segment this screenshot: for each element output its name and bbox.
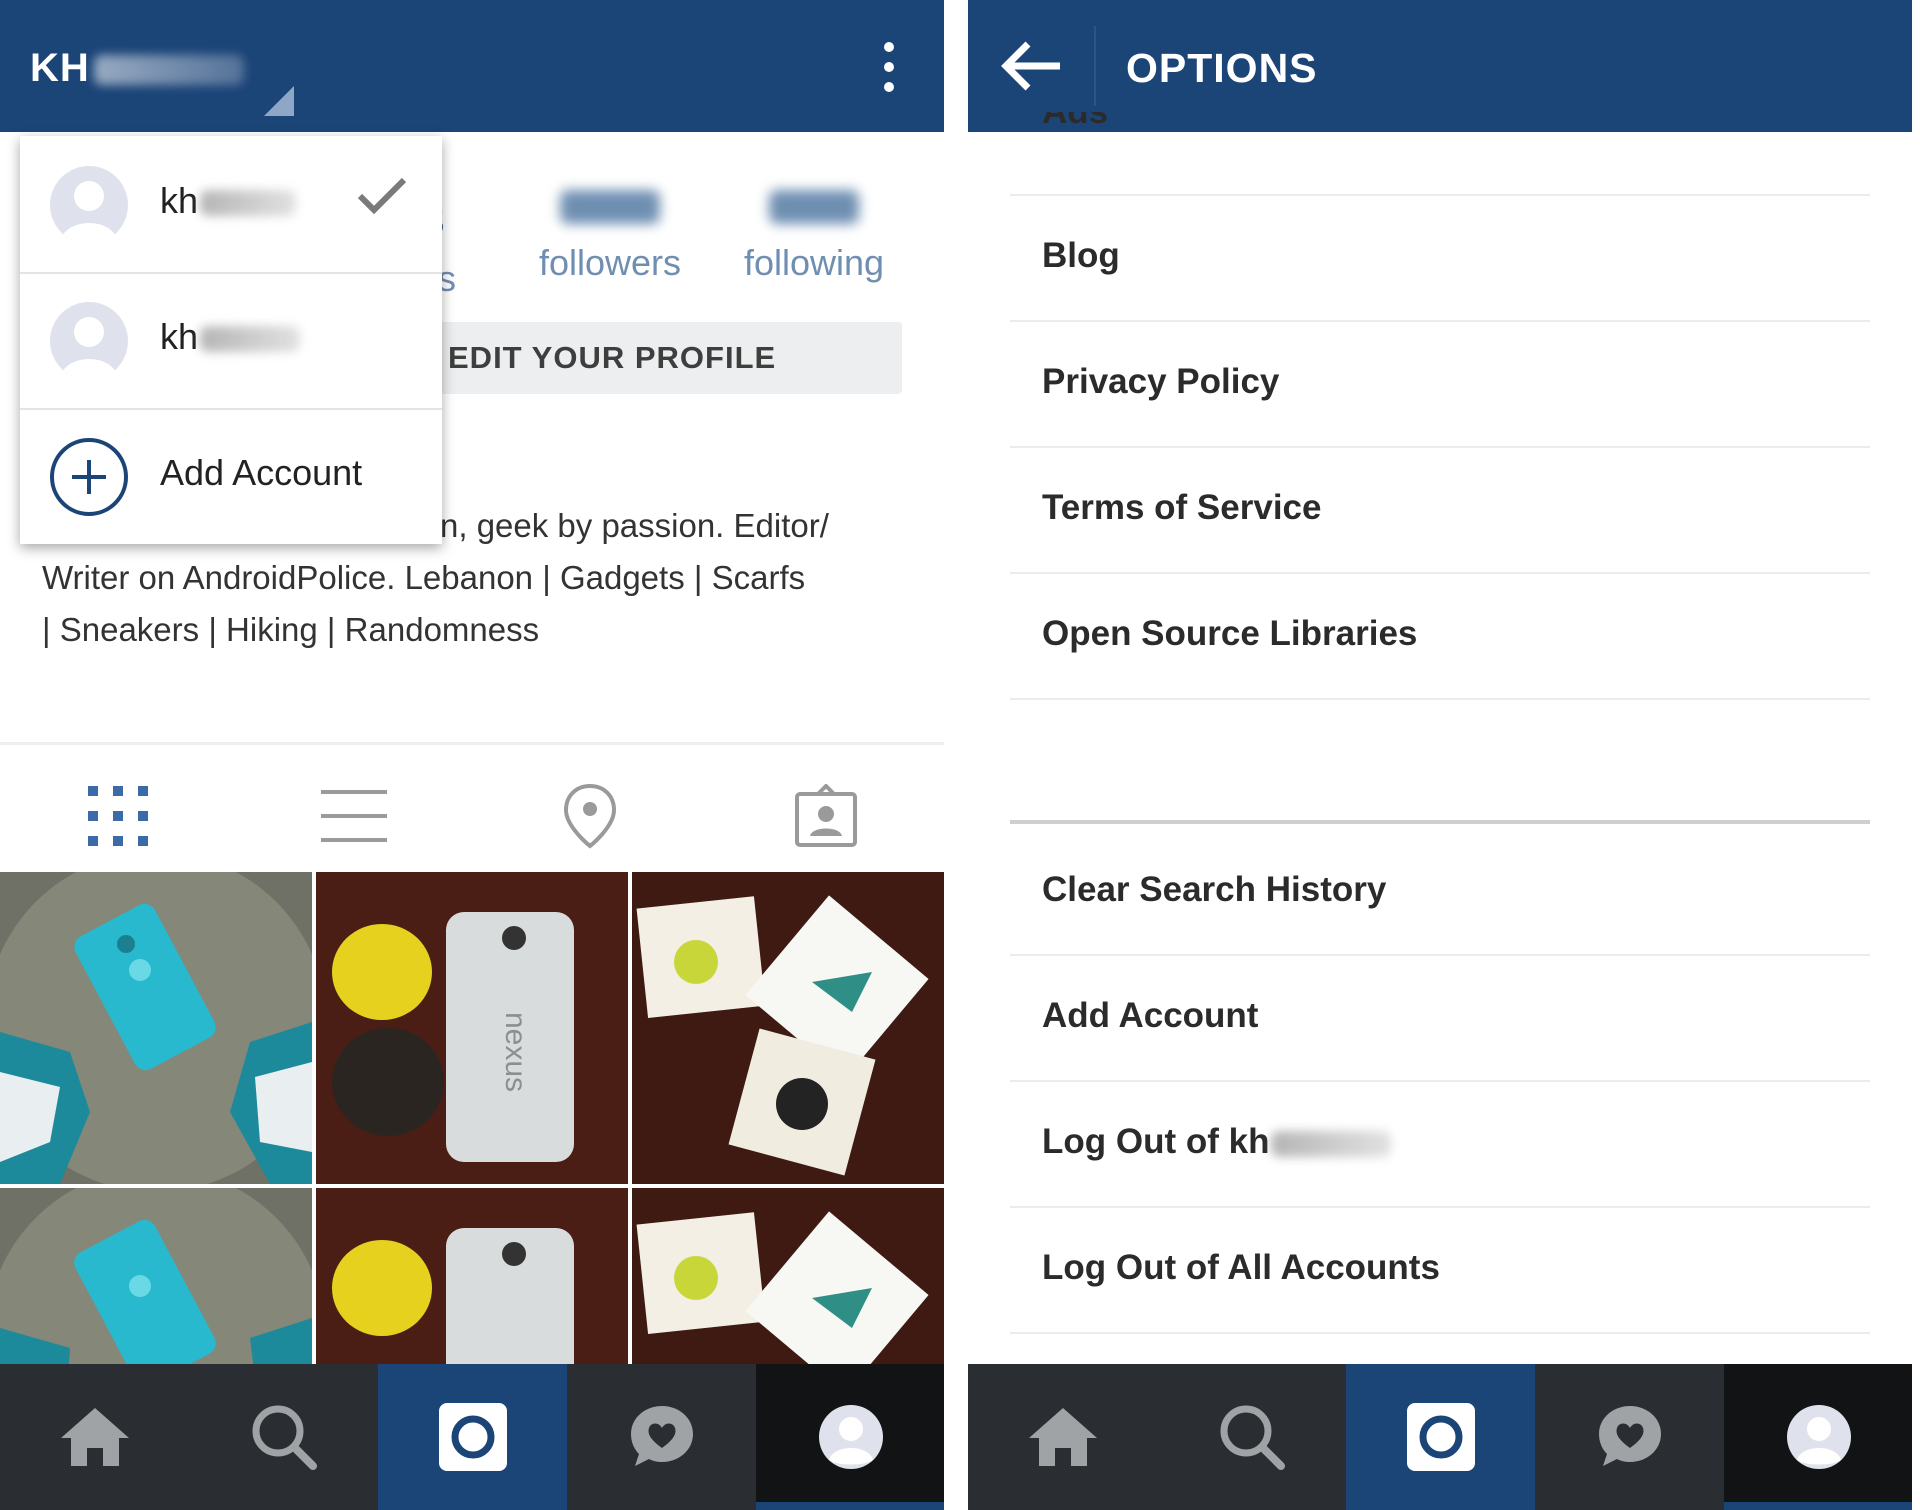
photo-tile[interactable] (0, 872, 312, 1184)
username-title: KH (30, 46, 90, 90)
nav-search[interactable] (1157, 1364, 1346, 1510)
photo-tile[interactable] (0, 1188, 312, 1364)
tab-map[interactable] (472, 760, 708, 872)
nav-search[interactable] (189, 1364, 378, 1510)
add-circle-icon (50, 438, 128, 516)
bottom-navigation (0, 1364, 944, 1510)
tagged-photos-icon (795, 784, 857, 847)
search-icon (252, 1405, 317, 1470)
camera-icon (438, 1403, 507, 1471)
checkmark-icon (357, 177, 407, 215)
camera-icon (1406, 1403, 1475, 1471)
home-icon (1028, 1408, 1097, 1466)
photo-chromecast-boxes (632, 872, 944, 1184)
photo-chromecast-nexus: nexus (316, 872, 628, 1184)
bottom-navigation (968, 1364, 1912, 1510)
options-item[interactable]: Clear Search History (1010, 830, 1870, 956)
options-screen: OPTIONS Ads Blog Privacy Policy Terms of… (968, 0, 1912, 1510)
photo-tile[interactable] (316, 1188, 628, 1364)
home-icon (60, 1408, 129, 1466)
grid-icon (88, 786, 148, 846)
options-item[interactable]: Privacy Policy (1010, 322, 1870, 448)
profile-screen: KH 3 s followers following EDIT YOUR PRO… (0, 0, 944, 1510)
nav-camera[interactable] (1346, 1364, 1535, 1510)
account-name: kh (160, 316, 301, 358)
avatar (50, 166, 128, 244)
options-item[interactable]: Add Account (1010, 956, 1870, 1082)
svg-text:nexus: nexus (499, 1012, 532, 1092)
divider (0, 742, 944, 745)
photo-grid: nexus (0, 872, 944, 1364)
followers-count (560, 190, 660, 224)
profile-app-bar: KH (0, 0, 944, 132)
bio-line: Writer on AndroidPolice. Lebanon | Gadge… (42, 559, 806, 596)
activity-heart-icon (630, 1406, 693, 1466)
photo-chromecast-nexus (316, 1188, 628, 1364)
photo-tile[interactable] (632, 872, 944, 1184)
options-item[interactable]: Log Out of kh (1010, 1082, 1870, 1208)
profile-icon (818, 1405, 883, 1469)
account-switcher-dropdown: kh kh Add Account (20, 136, 442, 544)
photo-tile[interactable]: nexus (316, 872, 628, 1184)
tab-grid[interactable] (0, 760, 236, 872)
followers-label: followers (538, 242, 682, 283)
tab-tagged[interactable] (708, 760, 944, 872)
activity-heart-icon (1598, 1406, 1661, 1466)
photo-tile[interactable] (632, 1188, 944, 1364)
account-row[interactable]: kh (20, 136, 442, 274)
options-item[interactable]: Open Source Libraries (1010, 574, 1870, 700)
following-label: following (743, 242, 885, 283)
add-account-label: Add Account (160, 452, 363, 493)
account-switcher[interactable]: KH (30, 46, 244, 91)
add-account-row[interactable]: Add Account (20, 408, 442, 544)
overflow-menu-icon[interactable] (884, 42, 896, 100)
nav-activity[interactable] (567, 1364, 756, 1510)
options-item[interactable]: Blog (1010, 196, 1870, 322)
following-stat[interactable]: following (728, 190, 900, 284)
options-list-about: Blog Privacy Policy Terms of Service Ope… (1010, 72, 1870, 700)
bio-line: | Sneakers | Hiking | Randomness (42, 611, 540, 648)
following-count (769, 190, 859, 224)
options-item-ads (1010, 72, 1870, 196)
nav-profile[interactable] (756, 1364, 944, 1510)
account-row[interactable]: kh (20, 272, 442, 410)
options-item[interactable]: Log Out of All Accounts (1010, 1208, 1870, 1334)
nav-home[interactable] (0, 1364, 189, 1510)
account-name: kh (160, 180, 297, 222)
tab-list[interactable] (236, 760, 472, 872)
screen-gap (944, 0, 968, 1510)
nav-camera[interactable] (378, 1364, 567, 1510)
nav-activity[interactable] (1535, 1364, 1724, 1510)
options-item[interactable]: Terms of Service (1010, 448, 1870, 574)
followers-stat[interactable]: followers (530, 190, 690, 284)
options-list-account: Clear Search History Add Account Log Out… (1010, 830, 1870, 1334)
profile-icon (1786, 1405, 1851, 1469)
search-icon (1220, 1405, 1285, 1470)
username-redaction (93, 55, 244, 86)
location-pin-icon (563, 783, 617, 849)
profile-view-tabs (0, 760, 944, 872)
list-icon (321, 790, 387, 842)
photo-chromecast-boxes (632, 1188, 944, 1364)
section-divider (1010, 820, 1870, 824)
nav-home[interactable] (968, 1364, 1157, 1510)
dropdown-caret-icon[interactable] (264, 86, 294, 116)
photo-sneakers-phone (0, 872, 312, 1184)
photo-sneakers-phone (0, 1188, 312, 1364)
avatar (50, 302, 128, 380)
nav-profile[interactable] (1724, 1364, 1912, 1510)
edit-profile-button[interactable]: EDIT YOUR PROFILE (424, 322, 902, 394)
